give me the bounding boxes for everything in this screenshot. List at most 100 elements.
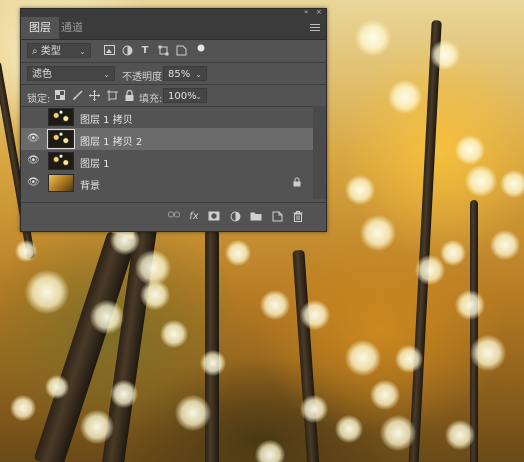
bokeh-light bbox=[440, 240, 466, 266]
new-layer-icon[interactable] bbox=[271, 211, 283, 223]
bokeh-light bbox=[10, 395, 36, 421]
bokeh-light bbox=[445, 420, 475, 450]
panel-tabbar: 图层 通道 bbox=[21, 17, 326, 40]
lock-icon bbox=[293, 177, 301, 190]
bokeh-light bbox=[300, 300, 330, 330]
folder-icon[interactable] bbox=[250, 211, 262, 223]
bokeh-light bbox=[465, 165, 497, 197]
bokeh-light bbox=[490, 230, 520, 260]
chevron-down-icon: ⌄ bbox=[195, 70, 202, 79]
bokeh-light bbox=[455, 290, 485, 320]
lock-move-icon[interactable] bbox=[88, 90, 100, 102]
lock-all-icon[interactable] bbox=[123, 89, 135, 102]
panel-footer: fx bbox=[21, 202, 326, 231]
bokeh-light bbox=[90, 300, 124, 334]
bokeh-light bbox=[260, 290, 290, 320]
opacity-label: 不透明度: bbox=[122, 72, 166, 83]
tree-trunk bbox=[292, 249, 320, 462]
adjustment-filter-icon[interactable] bbox=[121, 45, 133, 57]
layers-panel: « × 图层 通道 ⌕ 类型 ⌄ T 滤色 ⌄ 不透明度: 85% ⌄ 锁定: … bbox=[20, 8, 327, 232]
layer-name: 图层 1 拷贝 2 bbox=[80, 137, 143, 148]
pixel-filter-icon[interactable] bbox=[103, 45, 115, 57]
shape-filter-icon[interactable] bbox=[157, 45, 169, 57]
fill-value: 100% bbox=[168, 91, 197, 102]
bokeh-light bbox=[140, 280, 170, 310]
bokeh-light bbox=[388, 80, 422, 114]
bokeh-light bbox=[225, 240, 251, 266]
eye-icon[interactable]: 👁 bbox=[27, 177, 40, 189]
type-filter-icon[interactable]: T bbox=[139, 45, 151, 57]
blend-mode-dropdown[interactable]: 滤色 ⌄ bbox=[27, 66, 115, 81]
layer-name: 背景 bbox=[80, 181, 100, 192]
layer-row-background[interactable]: 👁 背景 bbox=[21, 172, 313, 194]
bokeh-light bbox=[470, 335, 506, 371]
bokeh-light bbox=[160, 320, 188, 348]
chevron-down-icon: ⌄ bbox=[79, 47, 86, 56]
layer-thumbnail bbox=[48, 108, 74, 126]
visibility-toggle-empty[interactable] bbox=[27, 111, 39, 123]
fill-field[interactable]: 100% ⌄ bbox=[163, 88, 207, 103]
opacity-value: 85% bbox=[168, 69, 191, 80]
filter-row: ⌕ 类型 ⌄ T bbox=[21, 40, 326, 62]
tab-channels[interactable]: 通道 bbox=[53, 17, 91, 39]
bokeh-light bbox=[25, 270, 69, 314]
lock-artboard-icon[interactable] bbox=[106, 90, 118, 102]
layer-name: 图层 1 拷贝 bbox=[80, 115, 133, 126]
chevron-down-icon: ⌄ bbox=[103, 70, 110, 79]
layer-name: 图层 1 bbox=[80, 159, 110, 170]
bokeh-light bbox=[45, 375, 69, 399]
collapse-icon[interactable]: « bbox=[304, 8, 308, 16]
layer-style-button[interactable]: fx bbox=[188, 211, 200, 223]
panel-menu-icon[interactable] bbox=[310, 22, 320, 32]
layer-row[interactable]: 图层 1 拷贝 bbox=[21, 106, 313, 128]
bokeh-light bbox=[80, 410, 114, 444]
link-layers-icon[interactable] bbox=[168, 211, 180, 223]
filter-kind-dropdown[interactable]: ⌕ 类型 ⌄ bbox=[27, 43, 91, 58]
bokeh-light bbox=[395, 345, 423, 373]
bokeh-light bbox=[415, 255, 445, 285]
bokeh-light bbox=[345, 340, 381, 376]
bokeh-light bbox=[255, 440, 285, 462]
smart-object-filter-icon[interactable] bbox=[175, 45, 187, 57]
add-mask-icon[interactable] bbox=[208, 211, 220, 223]
layer-thumbnail bbox=[48, 174, 74, 192]
tree-trunk bbox=[470, 200, 478, 462]
filter-kind-label: 类型 bbox=[40, 46, 61, 57]
layer-row[interactable]: 👁 图层 1 bbox=[21, 150, 313, 172]
bokeh-light bbox=[345, 175, 375, 205]
eye-icon[interactable]: 👁 bbox=[27, 133, 40, 145]
bokeh-light bbox=[335, 415, 363, 443]
lock-transparent-icon[interactable] bbox=[54, 90, 66, 102]
layer-row-selected[interactable]: 👁 图层 1 拷贝 2 bbox=[21, 128, 313, 150]
eye-icon[interactable]: 👁 bbox=[27, 155, 40, 167]
bokeh-light bbox=[430, 40, 460, 70]
layer-list-scrollbar[interactable] bbox=[313, 106, 326, 199]
fill-label: 填充: bbox=[139, 94, 163, 105]
bokeh-light bbox=[355, 20, 391, 56]
blend-row: 滤色 ⌄ 不透明度: 85% ⌄ bbox=[21, 63, 326, 84]
bokeh-light bbox=[500, 170, 524, 198]
tree-trunk bbox=[205, 230, 219, 462]
bokeh-light bbox=[300, 395, 328, 423]
lock-row: 锁定: 填充: 100% ⌄ bbox=[21, 85, 326, 106]
chevron-down-icon: ⌄ bbox=[195, 92, 202, 101]
panel-title-strip[interactable]: « × bbox=[21, 8, 326, 17]
layer-thumbnail bbox=[48, 152, 74, 170]
opacity-field[interactable]: 85% ⌄ bbox=[163, 66, 207, 81]
close-icon[interactable]: × bbox=[316, 8, 322, 16]
blend-mode-value: 滤色 bbox=[32, 69, 52, 80]
lock-label: 锁定: bbox=[27, 94, 51, 105]
bokeh-light bbox=[110, 380, 138, 408]
bokeh-light bbox=[200, 350, 226, 376]
adjustment-layer-icon[interactable] bbox=[229, 211, 241, 223]
bokeh-light bbox=[15, 240, 37, 262]
trash-icon[interactable] bbox=[292, 211, 304, 223]
bokeh-light bbox=[175, 395, 211, 431]
bokeh-light bbox=[360, 215, 396, 251]
layer-thumbnail bbox=[47, 129, 75, 149]
bokeh-light bbox=[370, 380, 400, 410]
lock-brush-icon[interactable] bbox=[71, 90, 83, 102]
bokeh-light bbox=[455, 135, 485, 165]
filter-toggle-icon[interactable] bbox=[195, 43, 207, 55]
bokeh-light bbox=[380, 415, 416, 451]
